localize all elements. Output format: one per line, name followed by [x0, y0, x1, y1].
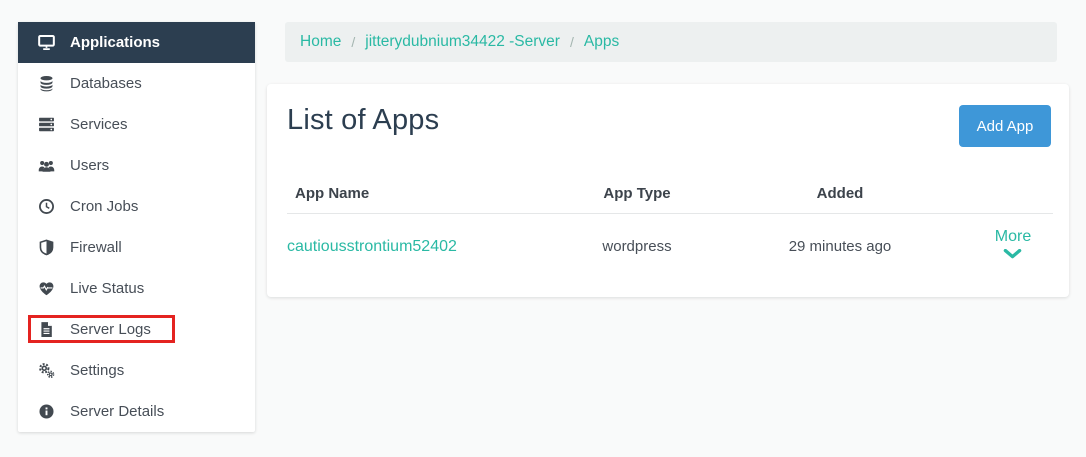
clock-icon — [38, 198, 55, 215]
more-label: More — [994, 228, 1032, 245]
sidebar-item-label: Server Logs — [70, 321, 151, 338]
shield-icon — [38, 239, 55, 256]
sidebar-item-cron-jobs[interactable]: Cron Jobs — [18, 186, 255, 227]
sidebar-item-applications[interactable]: Applications — [18, 22, 255, 63]
sidebar-item-settings[interactable]: Settings — [18, 350, 255, 391]
sidebar-item-label: Services — [70, 116, 128, 133]
info-circle-icon — [38, 403, 55, 420]
add-app-button[interactable]: Add App — [959, 105, 1051, 147]
column-header-app-type: App Type — [603, 185, 671, 202]
breadcrumb-server-link[interactable]: jitterydubnium34422 -Server — [365, 33, 560, 51]
sidebar-item-live-status[interactable]: Live Status — [18, 268, 255, 309]
cell-added: 29 minutes ago — [788, 238, 892, 255]
sidebar-item-label: Databases — [70, 75, 142, 92]
sidebar: Applications Databases Services Users Cr… — [18, 22, 255, 432]
database-icon — [38, 75, 55, 92]
desktop-icon — [38, 34, 55, 51]
apps-card: List of Apps Add App App Name App Type A… — [267, 84, 1069, 297]
column-header-app-name: App Name — [295, 185, 370, 202]
more-button[interactable]: More — [995, 228, 1031, 259]
sidebar-item-label: Applications — [70, 34, 161, 51]
table-row: cautiousstrontium52402 wordpress 29 minu… — [287, 214, 1053, 259]
server-stack-icon — [38, 116, 55, 133]
app-name-link[interactable]: cautiousstrontium52402 — [287, 238, 457, 255]
cell-app-name: cautiousstrontium52402 — [287, 238, 567, 256]
breadcrumb-apps-link[interactable]: Apps — [584, 33, 619, 51]
sidebar-item-label: Live Status — [70, 280, 145, 297]
table-header-row: App Name App Type Added — [287, 148, 1053, 214]
breadcrumb-separator: / — [351, 34, 356, 50]
sidebar-item-server-logs[interactable]: Server Logs — [18, 309, 255, 350]
cell-app-type: wordpress — [602, 238, 672, 255]
sidebar-item-label: Settings — [70, 362, 125, 379]
breadcrumb-separator: / — [569, 34, 574, 50]
users-icon — [38, 157, 55, 174]
sidebar-item-label: Server Details — [70, 403, 165, 420]
sidebar-item-users[interactable]: Users — [18, 145, 255, 186]
breadcrumb: Home / jitterydubnium34422 -Server / App… — [285, 22, 1057, 62]
page-title: List of Apps — [287, 104, 440, 136]
sidebar-item-label: Users — [70, 157, 110, 174]
column-header-added: Added — [816, 185, 864, 202]
sidebar-item-services[interactable]: Services — [18, 104, 255, 145]
sidebar-item-firewall[interactable]: Firewall — [18, 227, 255, 268]
file-text-icon — [38, 321, 55, 338]
sidebar-item-databases[interactable]: Databases — [18, 63, 255, 104]
cell-actions: More — [973, 228, 1053, 259]
sidebar-item-server-details[interactable]: Server Details — [18, 391, 255, 432]
sidebar-item-label: Firewall — [70, 239, 122, 256]
sidebar-item-label: Cron Jobs — [70, 198, 139, 215]
gears-icon — [38, 362, 55, 379]
breadcrumb-home-link[interactable]: Home — [300, 33, 341, 51]
card-header: List of Apps Add App — [267, 84, 1069, 148]
apps-table: App Name App Type Added cautiousstrontiu… — [287, 148, 1053, 259]
chevron-down-icon — [1003, 249, 1022, 259]
heartbeat-icon — [38, 280, 55, 297]
